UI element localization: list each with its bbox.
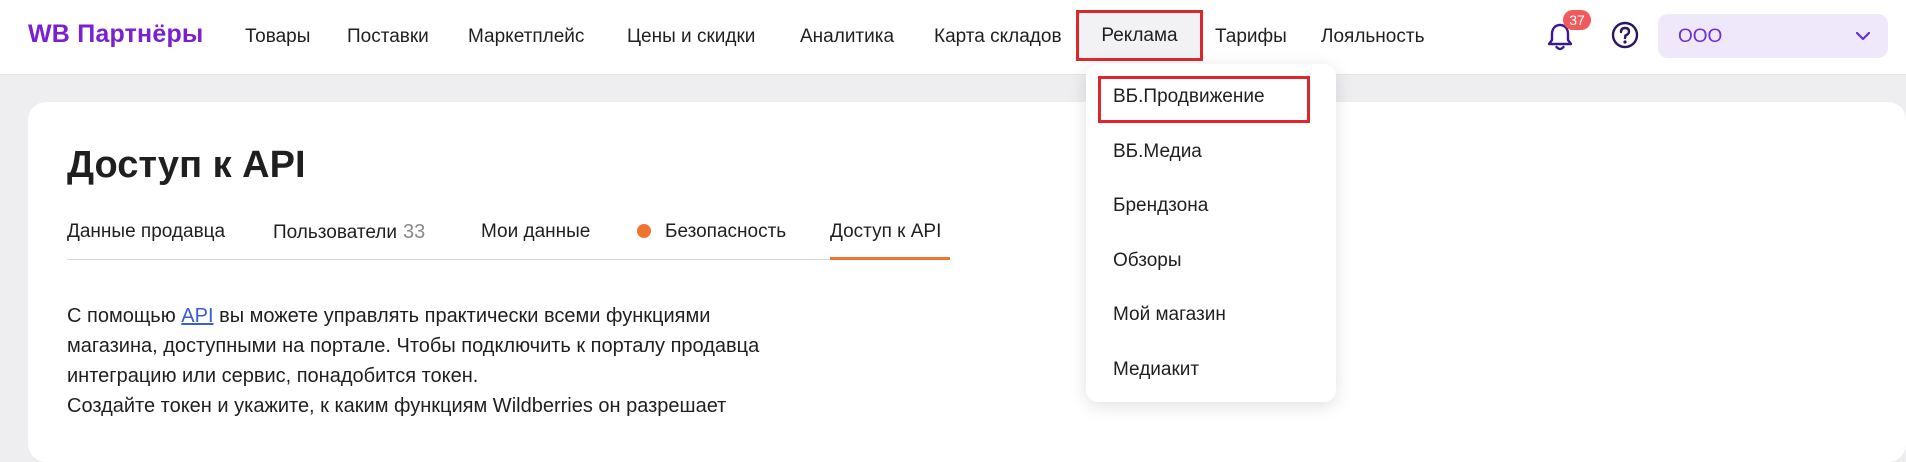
nav-item-marketplace[interactable]: Маркетплейс bbox=[468, 26, 584, 48]
nav-item-advertising[interactable]: Реклама bbox=[1076, 10, 1203, 61]
tab-seller-data[interactable]: Данные продавца bbox=[67, 221, 225, 243]
description-line-1-rest: вы можете управлять практически всеми фу… bbox=[213, 305, 711, 327]
nav-item-analytics[interactable]: Аналитика bbox=[800, 26, 894, 48]
tab-security-label: Безопасность bbox=[665, 221, 787, 242]
nav-item-warehouse-map[interactable]: Карта складов bbox=[934, 26, 1062, 48]
notification-badge: 37 bbox=[1563, 10, 1591, 30]
tab-api-access[interactable]: Доступ к API bbox=[830, 221, 941, 243]
description-line-4: Создайте токен и укажите, к каким функци… bbox=[67, 395, 727, 417]
menu-item-reviews[interactable]: Обзоры bbox=[1113, 250, 1182, 272]
active-tab-indicator bbox=[830, 257, 950, 260]
tab-security[interactable]: Безопасность bbox=[637, 221, 786, 243]
help-icon[interactable] bbox=[1610, 20, 1640, 50]
menu-item-vb-media[interactable]: ВБ.Медиа bbox=[1113, 141, 1202, 163]
tabs-divider bbox=[67, 259, 950, 260]
logo[interactable]: WB Партнёры bbox=[28, 20, 203, 49]
description-line-2: магазина, доступными на портале. Чтобы п… bbox=[67, 335, 760, 357]
nav-item-loyalty[interactable]: Лояльность bbox=[1321, 26, 1424, 48]
top-navigation-bar: WB Партнёры Товары Поставки Маркетплейс … bbox=[0, 0, 1906, 75]
nav-item-tariffs[interactable]: Тарифы bbox=[1215, 26, 1287, 48]
advertising-dropdown-menu: ВБ.Продвижение ВБ.Медиа Брендзона Обзоры… bbox=[1086, 64, 1336, 402]
menu-item-brandzone[interactable]: Брендзона bbox=[1113, 195, 1208, 217]
nav-item-products[interactable]: Товары bbox=[245, 26, 310, 48]
menu-item-my-shop[interactable]: Мой магазин bbox=[1113, 304, 1226, 326]
description-prefix: С помощью bbox=[67, 305, 182, 327]
nav-item-prices-discounts[interactable]: Цены и скидки bbox=[627, 26, 755, 48]
chevron-down-icon bbox=[1855, 31, 1871, 41]
menu-item-mediakit[interactable]: Медиакит bbox=[1113, 359, 1199, 381]
menu-item-vb-promotion[interactable]: ВБ.Продвижение bbox=[1113, 86, 1265, 108]
api-link[interactable]: API bbox=[181, 305, 213, 327]
nav-item-advertising-label: Реклама bbox=[1101, 24, 1178, 46]
description-line-1: С помощью API вы можете управлять практи… bbox=[67, 301, 887, 331]
organization-name: ООО bbox=[1678, 26, 1723, 47]
tab-users-label: Пользователи bbox=[273, 222, 398, 243]
page-title: Доступ к API bbox=[67, 144, 306, 186]
nav-item-supplies[interactable]: Поставки bbox=[347, 26, 429, 48]
organization-selector[interactable]: ООО bbox=[1658, 14, 1888, 58]
users-count: 33 bbox=[403, 221, 426, 243]
tab-users[interactable]: Пользователи 33 bbox=[273, 221, 425, 244]
description-line-3: интеграцию или сервис, понадобится токен… bbox=[67, 365, 479, 387]
security-alert-dot bbox=[637, 224, 651, 238]
tab-my-data[interactable]: Мои данные bbox=[481, 221, 590, 243]
